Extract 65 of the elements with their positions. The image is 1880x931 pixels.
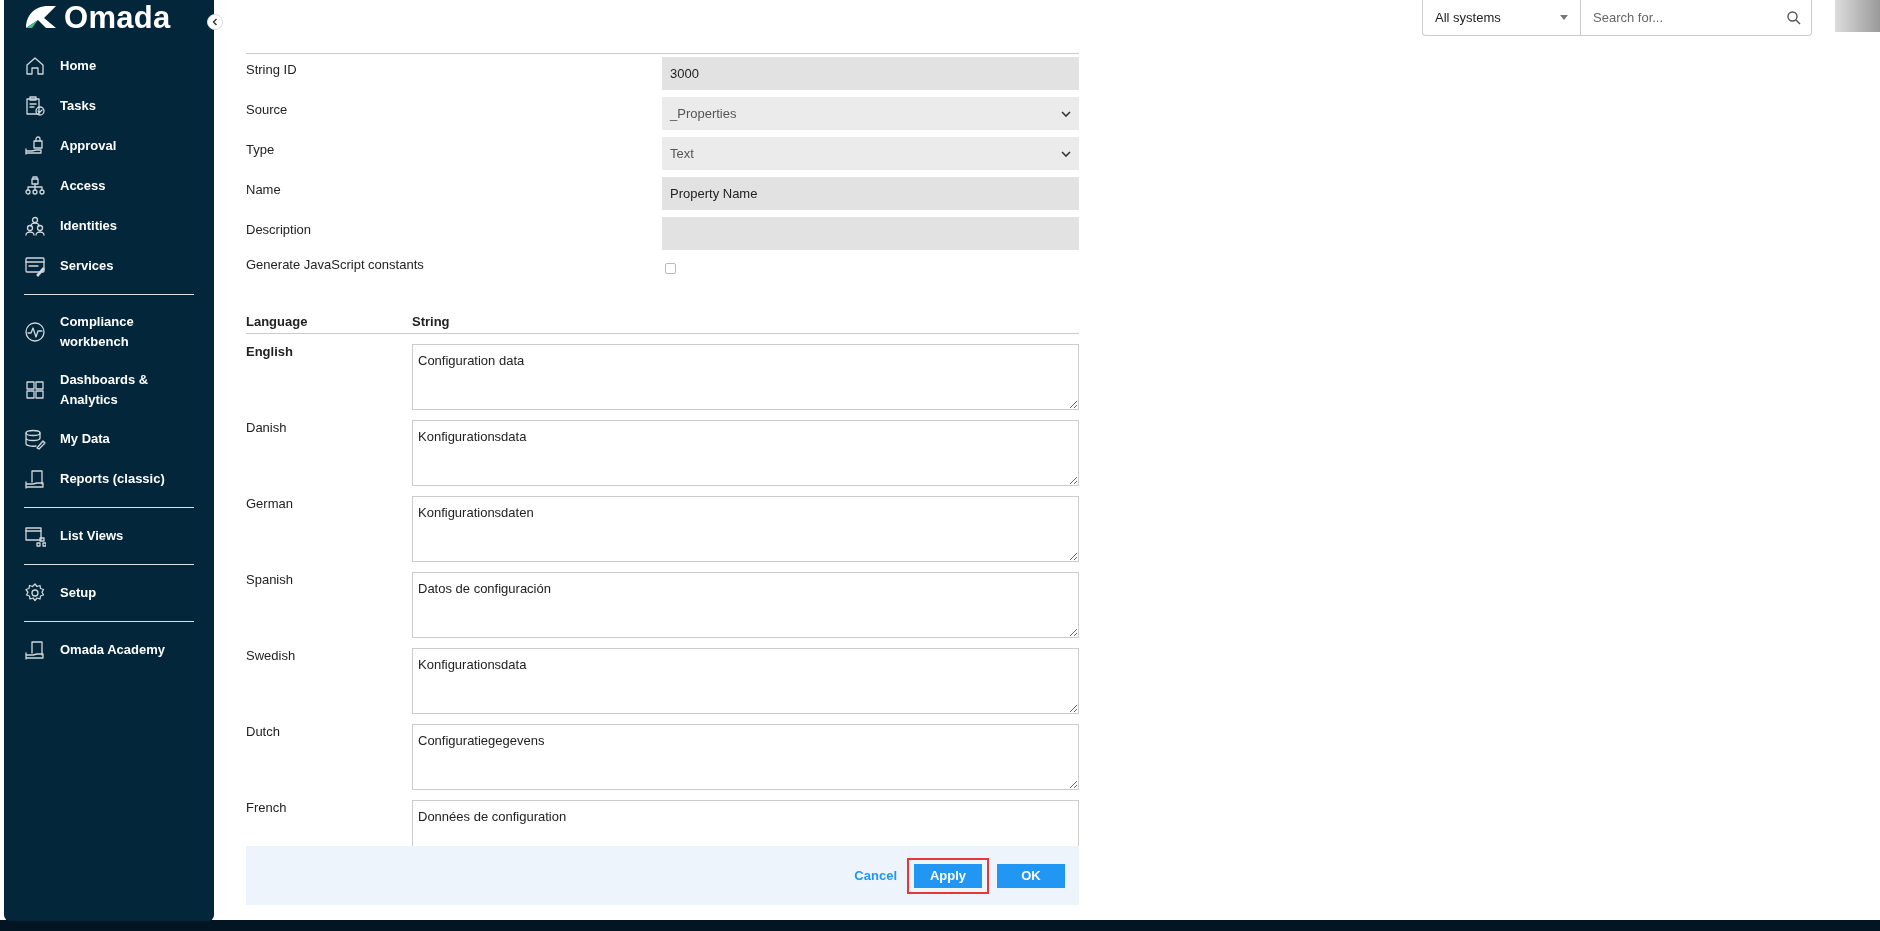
string-textarea[interactable]: Configuratiegegevens <box>412 724 1079 790</box>
grid-icon <box>24 379 46 401</box>
column-header: Language <box>246 314 309 329</box>
sidebar-item[interactable]: Access <box>24 166 194 206</box>
input-field[interactable] <box>662 217 1079 250</box>
string-textarea[interactable]: Konfigurationsdata <box>412 420 1079 486</box>
search-icon[interactable] <box>1787 10 1801 25</box>
select-field[interactable]: Text <box>662 137 1079 170</box>
language-label: English <box>246 343 293 359</box>
sidebar-item[interactable]: Identities <box>24 206 194 246</box>
string-textarea[interactable]: Konfigurationsdata <box>412 648 1079 714</box>
browser-pen-icon <box>24 255 46 277</box>
column-header: String <box>412 314 451 329</box>
sidebar-item[interactable]: My Data <box>24 419 194 459</box>
sidebar-item[interactable]: Services <box>24 246 194 286</box>
hierarchy-lock-icon <box>24 175 46 197</box>
sidebar-item[interactable]: List Views <box>24 516 194 556</box>
gear-icon <box>24 582 46 604</box>
chevron-down-icon <box>1061 110 1071 117</box>
sidebar-item[interactable]: Omada Academy <box>24 630 194 670</box>
search-field[interactable]: Search for... <box>1591 9 1781 26</box>
language-label: Danish <box>246 419 287 435</box>
system-dropdown[interactable]: All systems <box>1423 0 1581 35</box>
hand-document-icon <box>24 639 46 661</box>
language-label: Spanish <box>246 571 293 587</box>
sidebar-item[interactable]: Home <box>24 46 194 86</box>
field-label: Description <box>246 221 313 239</box>
sidebar-item[interactable]: Tasks <box>24 86 194 126</box>
field-label: Type <box>246 141 276 159</box>
language-label: German <box>246 495 293 511</box>
people-group-icon <box>24 215 46 237</box>
language-label: Dutch <box>246 723 280 739</box>
string-textarea[interactable]: Konfigurationsdaten <box>412 496 1079 562</box>
logo-text: Omada <box>64 1 171 33</box>
select-field[interactable]: _Properties <box>662 97 1079 130</box>
caret-icon <box>1560 15 1568 20</box>
sidebar-item[interactable]: Approval <box>24 126 194 166</box>
sidebar-item[interactable]: Setup <box>24 573 194 613</box>
field-label: String ID <box>246 61 298 79</box>
hand-document-icon <box>24 468 46 490</box>
window-sitemap-icon <box>24 525 46 547</box>
chevron-down-icon <box>1061 150 1071 157</box>
sidebar-item[interactable]: Reports (classic) <box>24 459 194 499</box>
input-field[interactable]: Property Name <box>662 177 1079 210</box>
language-label: Swedish <box>246 647 296 663</box>
sidebar-item[interactable]: Compliance workbench <box>24 303 194 361</box>
checkbox[interactable] <box>665 263 676 274</box>
sidebar-item[interactable]: Dashboards & Analytics <box>24 361 194 419</box>
field-label: Name <box>246 181 282 199</box>
pulse-circle-icon <box>24 321 46 343</box>
string-textarea[interactable]: Données de configuration <box>412 800 1079 846</box>
database-pen-icon <box>24 428 46 450</box>
hand-lock-icon <box>24 135 46 157</box>
chevron-left-icon <box>211 18 219 26</box>
field-label: Generate JavaScript constants <box>246 257 425 274</box>
language-label: French <box>246 799 287 815</box>
profile-picture[interactable] <box>1835 0 1880 32</box>
logo-icon <box>24 4 58 30</box>
field-label: Source <box>246 101 289 119</box>
clipboard-check-icon <box>24 95 46 117</box>
home-icon <box>24 55 46 77</box>
collapse-button[interactable] <box>207 14 223 30</box>
string-textarea[interactable]: Datos de configuración <box>412 572 1079 638</box>
string-textarea[interactable]: Configuration data <box>412 344 1079 410</box>
input-field[interactable]: 3000 <box>662 57 1079 90</box>
